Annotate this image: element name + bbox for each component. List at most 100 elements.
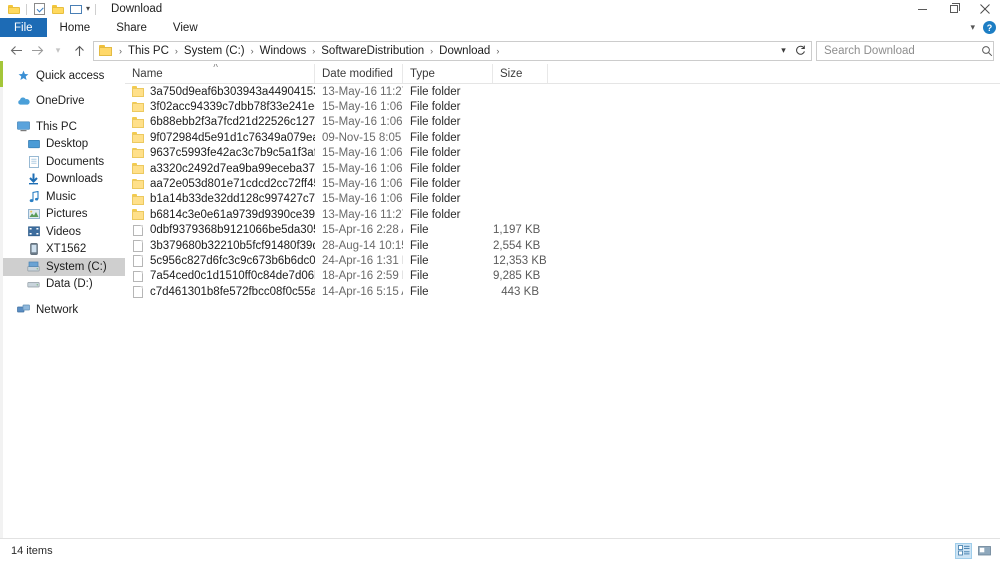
navigation-pane: Quick access OneDrive This PC Desktop Do…	[0, 61, 125, 538]
column-header-size[interactable]: Size	[493, 64, 548, 83]
drive-icon	[26, 261, 41, 272]
sidebar-item-system-c[interactable]: System (C:)	[0, 258, 125, 276]
sidebar-item-videos[interactable]: Videos	[0, 223, 125, 241]
breadcrumb-separator-0[interactable]: ›	[116, 46, 125, 56]
maximize-button[interactable]	[938, 0, 969, 18]
sidebar-item-music[interactable]: Music	[0, 188, 125, 206]
breadcrumb-item-system-c[interactable]: System (C:)	[181, 45, 248, 57]
search-input[interactable]	[817, 43, 980, 58]
file-name-cell[interactable]: 9f072984d5e91d1c76349a079eaab5df	[125, 131, 315, 144]
minimize-button[interactable]	[907, 0, 938, 18]
breadcrumb-separator-4[interactable]: ›	[427, 46, 436, 56]
forward-button[interactable]	[27, 41, 47, 61]
column-header-date-modified[interactable]: Date modified	[315, 64, 403, 83]
search-box[interactable]	[816, 40, 994, 61]
tab-file[interactable]: File	[0, 18, 47, 37]
sidebar-item-onedrive[interactable]: OneDrive	[0, 93, 125, 111]
table-row[interactable]: a3320c2492d7ea9ba99eceba37041441 15-May-1…	[125, 161, 1000, 176]
breadcrumb-separator-5[interactable]: ›	[493, 46, 502, 56]
refresh-icon[interactable]	[792, 42, 809, 60]
file-name-cell[interactable]: 3a750d9eaf6b303943a44904153705ce	[125, 85, 315, 98]
large-icons-view-button[interactable]	[976, 543, 993, 559]
new-folder-icon[interactable]	[50, 2, 65, 17]
file-date-cell: 14-Apr-16 5:15 AM	[322, 285, 403, 298]
address-history-icon[interactable]: ▾	[775, 42, 792, 60]
breadcrumb-separator-1[interactable]: ›	[172, 46, 181, 56]
file-type-cell: File	[410, 285, 429, 298]
file-name-cell[interactable]: b1a14b33de32dd128c997427c757c7e6	[125, 193, 315, 206]
window-icon[interactable]	[68, 2, 83, 17]
table-row[interactable]: 9f072984d5e91d1c76349a079eaab5df 09-Nov-1…	[125, 130, 1000, 145]
breadcrumb-item-this-pc[interactable]: This PC	[125, 45, 172, 57]
file-icon	[132, 270, 144, 283]
customize-quick-access-caret[interactable]: ▾	[86, 5, 90, 13]
folder-icon	[132, 101, 144, 114]
search-icon[interactable]	[980, 45, 993, 57]
breadcrumb-separator-2[interactable]: ›	[248, 46, 257, 56]
file-name-cell[interactable]: b6814c3e0e61a9739d9390ce390faf4c	[125, 208, 315, 221]
videos-icon	[26, 226, 41, 237]
address-bar[interactable]: › This PC › System (C:) › Windows › Soft…	[93, 40, 812, 61]
window-controls	[907, 0, 1000, 18]
details-view-button[interactable]	[955, 542, 972, 559]
tab-share[interactable]: Share	[103, 18, 160, 37]
file-name-cell[interactable]: a3320c2492d7ea9ba99eceba37041441	[125, 162, 315, 175]
file-name-cell[interactable]: 0dbf9379368b9121066be5da3053b517f17...	[125, 224, 315, 237]
table-row[interactable]: 6b88ebb2f3a7fcd21d22526c127a28eb 15-May-1…	[125, 115, 1000, 130]
file-name-cell[interactable]: 5c956c827d6fc3c9c673b6b6dc06c6c90ccf...	[125, 254, 315, 267]
file-type-cell: File folder	[410, 85, 461, 98]
file-name-label: 0dbf9379368b9121066be5da3053b517f17...	[150, 224, 315, 237]
file-date-cell: 13-May-16 11:27 ...	[322, 208, 403, 221]
sidebar-item-desktop[interactable]: Desktop	[0, 136, 125, 154]
table-row[interactable]: b1a14b33de32dd128c997427c757c7e6 15-May-1…	[125, 192, 1000, 207]
file-name-cell[interactable]: 3f02acc94339c7dbb78f33e241eddbaa	[125, 101, 315, 114]
sidebar-item-quick-access[interactable]: Quick access	[0, 67, 125, 85]
table-row[interactable]: 7a54ced0c1d1510ff0c84de7d06b94d7acc... 18…	[125, 269, 1000, 284]
table-row[interactable]: c7d461301b8fe572fbcc08f0c55ac38f12e96...…	[125, 284, 1000, 299]
file-name-cell[interactable]: 9637c5993fe42ac3c7b9c5a1f3afff46	[125, 147, 315, 160]
file-name-cell[interactable]: aa72e053d801e71cdcd2cc72ff45e79c	[125, 178, 315, 191]
breadcrumb-item-softwaredistribution[interactable]: SoftwareDistribution	[318, 45, 427, 57]
table-row[interactable]: 0dbf9379368b9121066be5da3053b517f17... 15…	[125, 223, 1000, 238]
tab-view[interactable]: View	[160, 18, 211, 37]
file-name-cell[interactable]: 6b88ebb2f3a7fcd21d22526c127a28eb	[125, 116, 315, 129]
table-row[interactable]: 3b379680b32210b5fcf91480f39d75e7840e... 2…	[125, 238, 1000, 253]
file-type-cell: File folder	[410, 131, 461, 144]
table-row[interactable]: aa72e053d801e71cdcd2cc72ff45e79c 15-May-1…	[125, 176, 1000, 191]
breadcrumb-item-windows[interactable]: Windows	[257, 45, 310, 57]
toolbar-divider-2	[95, 3, 97, 15]
file-name-label: 7a54ced0c1d1510ff0c84de7d06b94d7acc...	[150, 270, 315, 283]
table-row[interactable]: 5c956c827d6fc3c9c673b6b6dc06c6c90ccf... 2…	[125, 253, 1000, 268]
sidebar-item-documents[interactable]: Documents	[0, 153, 125, 171]
column-header-name[interactable]: Name ˄	[125, 64, 315, 83]
sidebar-item-label: Pictures	[46, 208, 88, 221]
folder-icon[interactable]	[6, 2, 21, 17]
properties-icon[interactable]	[32, 2, 47, 17]
sidebar-item-this-pc[interactable]: This PC	[0, 118, 125, 136]
file-name-label: 3a750d9eaf6b303943a44904153705ce	[150, 85, 315, 98]
help-icon[interactable]: ?	[983, 21, 996, 34]
file-name-cell[interactable]: 3b379680b32210b5fcf91480f39d75e7840e...	[125, 239, 315, 252]
close-button[interactable]	[969, 0, 1000, 18]
back-button[interactable]	[6, 41, 26, 61]
file-name-cell[interactable]: c7d461301b8fe572fbcc08f0c55ac38f12e96...	[125, 285, 315, 298]
table-row[interactable]: 3a750d9eaf6b303943a44904153705ce 13-May-1…	[125, 84, 1000, 99]
sidebar-item-network[interactable]: Network	[0, 301, 125, 319]
breadcrumb-item-download[interactable]: Download	[436, 45, 493, 57]
table-row[interactable]: 9637c5993fe42ac3c7b9c5a1f3afff46 15-May-1…	[125, 146, 1000, 161]
sidebar-item-downloads[interactable]: Downloads	[0, 171, 125, 189]
sidebar-item-pictures[interactable]: Pictures	[0, 206, 125, 224]
tab-home[interactable]: Home	[47, 18, 104, 37]
table-row[interactable]: b6814c3e0e61a9739d9390ce390faf4c 13-May-1…	[125, 207, 1000, 222]
sidebar-item-xt1562[interactable]: XT1562	[0, 241, 125, 259]
file-type-cell: File folder	[410, 101, 461, 114]
up-button[interactable]	[69, 41, 89, 61]
file-name-cell[interactable]: 7a54ced0c1d1510ff0c84de7d06b94d7acc...	[125, 270, 315, 283]
file-name-label: a3320c2492d7ea9ba99eceba37041441	[150, 162, 315, 175]
sidebar-item-data-d[interactable]: Data (D:)	[0, 276, 125, 294]
table-row[interactable]: 3f02acc94339c7dbb78f33e241eddbaa 15-May-1…	[125, 99, 1000, 114]
breadcrumb-separator-3[interactable]: ›	[309, 46, 318, 56]
column-header-type[interactable]: Type	[403, 64, 493, 83]
recent-locations-button[interactable]: ▾	[48, 41, 68, 61]
chevron-down-icon[interactable]: ▾	[970, 22, 975, 33]
